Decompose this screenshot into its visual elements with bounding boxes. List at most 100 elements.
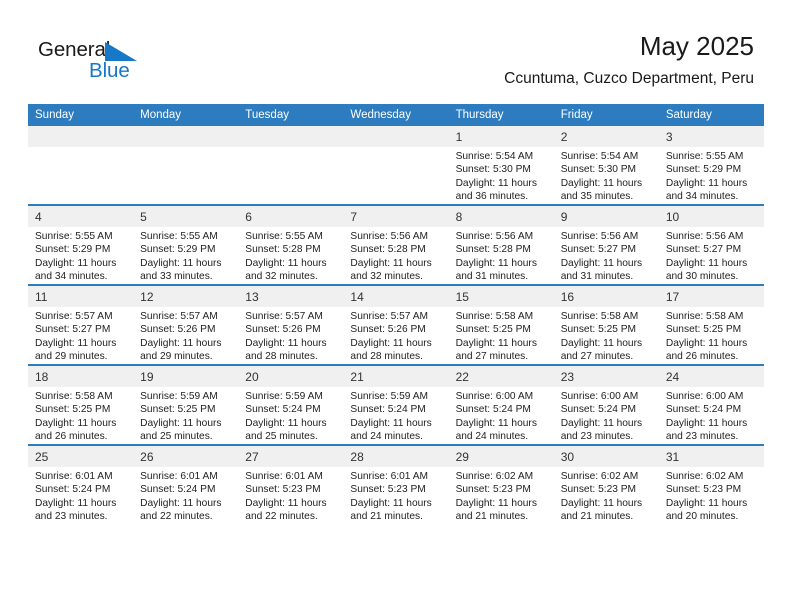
calendar-day-cell[interactable]: 13 Sunrise: 5:57 AM Sunset: 5:26 PM Dayligh… [238, 284, 344, 365]
calendar-day-cell[interactable]: 10 Sunrise: 5:56 AM Sunset: 5:27 PM Dayligh… [658, 204, 764, 285]
day-details: Sunrise: 6:01 AM Sunset: 5:23 PM Daylight:… [343, 467, 448, 524]
calendar-day-cell[interactable]: 6 Sunrise: 5:55 AM Sunset: 5:28 PM Daylight… [238, 204, 344, 285]
calendar-day-cell[interactable]: 27 Sunrise: 6:01 AM Sunset: 5:23 PM Dayligh… [238, 444, 344, 524]
calendar-day-cell[interactable]: 16 Sunrise: 5:58 AM Sunset: 5:25 PM Dayligh… [553, 284, 659, 365]
weekday-header-friday: Friday [553, 104, 659, 126]
sunset-text: Sunset: 5:30 PM [560, 164, 637, 176]
daylight-text-line2: and 21 minutes. [455, 511, 529, 523]
calendar-day-cell[interactable]: 2 Sunrise: 5:54 AM Sunset: 5:30 PM Daylight… [553, 126, 659, 205]
daylight-text-line2: and 24 minutes. [350, 431, 423, 443]
day-number: 27 [238, 446, 344, 467]
calendar-day-cell[interactable]: 3 Sunrise: 5:55 AM Sunset: 5:29 PM Daylight… [658, 126, 764, 205]
day-details: Sunrise: 6:00 AM Sunset: 5:24 PM Daylight:… [554, 387, 659, 444]
day-details: Sunrise: 5:55 AM Sunset: 5:29 PM Daylight:… [133, 227, 238, 284]
calendar-day-cell[interactable]: 15 Sunrise: 5:58 AM Sunset: 5:25 PM Dayligh… [448, 284, 554, 365]
calendar-day-cell[interactable]: 1 Sunrise: 5:54 AM Sunset: 5:30 PM Daylight… [448, 126, 554, 205]
calendar-day-cell[interactable]: 30 Sunrise: 6:02 AM Sunset: 5:23 PM Dayligh… [553, 444, 659, 524]
daylight-text-line2: and 27 minutes. [455, 351, 529, 363]
sunrise-text: Sunrise: 5:55 AM [35, 231, 113, 242]
daylight-text-line1: Daylight: 11 hours [560, 257, 643, 269]
day-number: 17 [658, 286, 764, 307]
sunset-text: Sunset: 5:26 PM [140, 324, 216, 336]
daylight-text-line2: and 22 minutes. [245, 511, 318, 523]
daylight-text-line1: Daylight: 11 hours [560, 337, 643, 349]
day-number: 18 [28, 366, 134, 387]
calendar-day-cell[interactable]: 5 Sunrise: 5:55 AM Sunset: 5:29 PM Daylight… [133, 204, 239, 285]
day-details: Sunrise: 6:02 AM Sunset: 5:23 PM Daylight:… [659, 467, 764, 524]
calendar-day-cell[interactable]: 12 Sunrise: 5:57 AM Sunset: 5:26 PM Dayligh… [133, 284, 239, 365]
weekday-header-thursday: Thursday [448, 104, 554, 126]
sunrise-text: Sunrise: 5:57 AM [350, 311, 429, 322]
daylight-text-line1: Daylight: 11 hours [245, 497, 327, 509]
daylight-text-line1: Daylight: 11 hours [560, 177, 643, 189]
day-details: Sunrise: 5:55 AM Sunset: 5:29 PM Daylight:… [28, 227, 133, 284]
daylight-text-line2: and 34 minutes. [665, 191, 739, 203]
calendar-day-cell[interactable]: 20 Sunrise: 5:59 AM Sunset: 5:24 PM Dayligh… [238, 364, 344, 445]
calendar-day-cell[interactable]: 17 Sunrise: 5:58 AM Sunset: 5:25 PM Dayligh… [658, 284, 764, 365]
calendar-day-cell[interactable]: 9 Sunrise: 5:56 AM Sunset: 5:27 PM Daylight… [553, 204, 659, 285]
sunrise-text: Sunrise: 6:02 AM [455, 471, 534, 482]
calendar-day-cell[interactable]: 29 Sunrise: 6:02 AM Sunset: 5:23 PM Dayligh… [448, 444, 554, 524]
daylight-text-line2: and 33 minutes. [140, 271, 213, 283]
calendar-day-cell[interactable]: 14 Sunrise: 5:57 AM Sunset: 5:26 PM Dayligh… [343, 284, 449, 365]
daylight-text-line2: and 29 minutes. [35, 351, 108, 363]
daylight-text-line1: Daylight: 11 hours [140, 497, 222, 509]
daylight-text-line1: Daylight: 11 hours [665, 337, 748, 349]
calendar-day-cell[interactable]: 25 Sunrise: 6:01 AM Sunset: 5:24 PM Dayligh… [28, 444, 134, 524]
daylight-text-line1: Daylight: 11 hours [665, 257, 748, 269]
calendar-body: 1 Sunrise: 5:54 AM Sunset: 5:30 PM Daylight… [28, 126, 764, 524]
daylight-text-line1: Daylight: 11 hours [140, 417, 222, 429]
sunrise-text: Sunrise: 5:58 AM [455, 311, 534, 322]
page-title: May 2025 [639, 31, 754, 61]
calendar-day-cell[interactable]: 4 Sunrise: 5:55 AM Sunset: 5:29 PM Daylight… [28, 204, 134, 285]
calendar-day-cell[interactable]: 8 Sunrise: 5:56 AM Sunset: 5:28 PM Daylight… [448, 204, 554, 285]
calendar-day-cell[interactable]: 19 Sunrise: 5:59 AM Sunset: 5:25 PM Dayligh… [133, 364, 239, 445]
day-number: 31 [658, 446, 764, 467]
day-details: Sunrise: 6:02 AM Sunset: 5:23 PM Daylight:… [449, 467, 554, 524]
day-details: Sunrise: 6:01 AM Sunset: 5:24 PM Daylight:… [133, 467, 238, 524]
daylight-text-line1: Daylight: 11 hours [245, 337, 327, 349]
day-number: 4 [28, 206, 134, 227]
calendar-day-cell[interactable]: 26 Sunrise: 6:01 AM Sunset: 5:24 PM Dayligh… [133, 444, 239, 524]
daylight-text-line2: and 20 minutes. [665, 511, 739, 523]
daylight-text-line2: and 28 minutes. [350, 351, 423, 363]
day-number: 20 [238, 366, 344, 387]
calendar-page: General Blue May 2025 Ccuntuma, Cuzco De… [0, 0, 792, 612]
sunset-text: Sunset: 5:23 PM [665, 484, 742, 496]
day-details: Sunrise: 5:56 AM Sunset: 5:28 PM Daylight:… [343, 227, 448, 284]
sunrise-text: Sunrise: 5:56 AM [560, 231, 639, 242]
sunrise-text: Sunrise: 5:59 AM [140, 391, 218, 402]
daylight-text-line2: and 26 minutes. [665, 351, 739, 363]
sunset-text: Sunset: 5:24 PM [665, 404, 742, 416]
page-header: General Blue May 2025 Ccuntuma, Cuzco De… [0, 0, 792, 100]
daylight-text-line1: Daylight: 11 hours [665, 497, 748, 509]
calendar-day-cell[interactable]: 24 Sunrise: 6:00 AM Sunset: 5:24 PM Dayligh… [658, 364, 764, 445]
day-number: 24 [658, 366, 764, 387]
calendar-day-cell[interactable]: 23 Sunrise: 6:00 AM Sunset: 5:24 PM Dayligh… [553, 364, 659, 445]
day-number: 14 [343, 286, 449, 307]
sunset-text: Sunset: 5:24 PM [350, 404, 426, 416]
calendar-day-cell[interactable]: 18 Sunrise: 5:58 AM Sunset: 5:25 PM Dayligh… [28, 364, 134, 445]
calendar-day-cell[interactable]: 22 Sunrise: 6:00 AM Sunset: 5:24 PM Dayligh… [448, 364, 554, 445]
day-details: Sunrise: 5:54 AM Sunset: 5:30 PM Daylight:… [554, 147, 659, 204]
sunset-text: Sunset: 5:24 PM [140, 484, 216, 496]
calendar-day-cell[interactable]: 28 Sunrise: 6:01 AM Sunset: 5:23 PM Dayligh… [343, 444, 449, 524]
day-number: 23 [553, 366, 659, 387]
calendar-day-cell[interactable]: 7 Sunrise: 5:56 AM Sunset: 5:28 PM Daylight… [343, 204, 449, 285]
sunrise-text: Sunrise: 5:56 AM [350, 231, 429, 242]
daylight-text-line2: and 26 minutes. [35, 431, 108, 443]
day-number [343, 126, 449, 147]
day-number: 6 [238, 206, 344, 227]
calendar-day-cell[interactable]: 31 Sunrise: 6:02 AM Sunset: 5:23 PM Dayligh… [658, 444, 764, 524]
day-number: 12 [133, 286, 239, 307]
sunrise-text: Sunrise: 5:57 AM [140, 311, 218, 322]
day-number: 16 [553, 286, 659, 307]
daylight-text-line2: and 23 minutes. [665, 431, 739, 443]
sunset-text: Sunset: 5:24 PM [455, 404, 531, 416]
calendar-day-cell[interactable]: 11 Sunrise: 5:57 AM Sunset: 5:27 PM Dayligh… [28, 284, 134, 365]
day-number: 5 [133, 206, 239, 227]
day-details: Sunrise: 5:56 AM Sunset: 5:27 PM Daylight:… [659, 227, 764, 284]
calendar-day-cell[interactable]: 21 Sunrise: 5:59 AM Sunset: 5:24 PM Dayligh… [343, 364, 449, 445]
sunrise-text: Sunrise: 6:02 AM [665, 471, 744, 482]
sunrise-text: Sunrise: 5:58 AM [665, 311, 744, 322]
